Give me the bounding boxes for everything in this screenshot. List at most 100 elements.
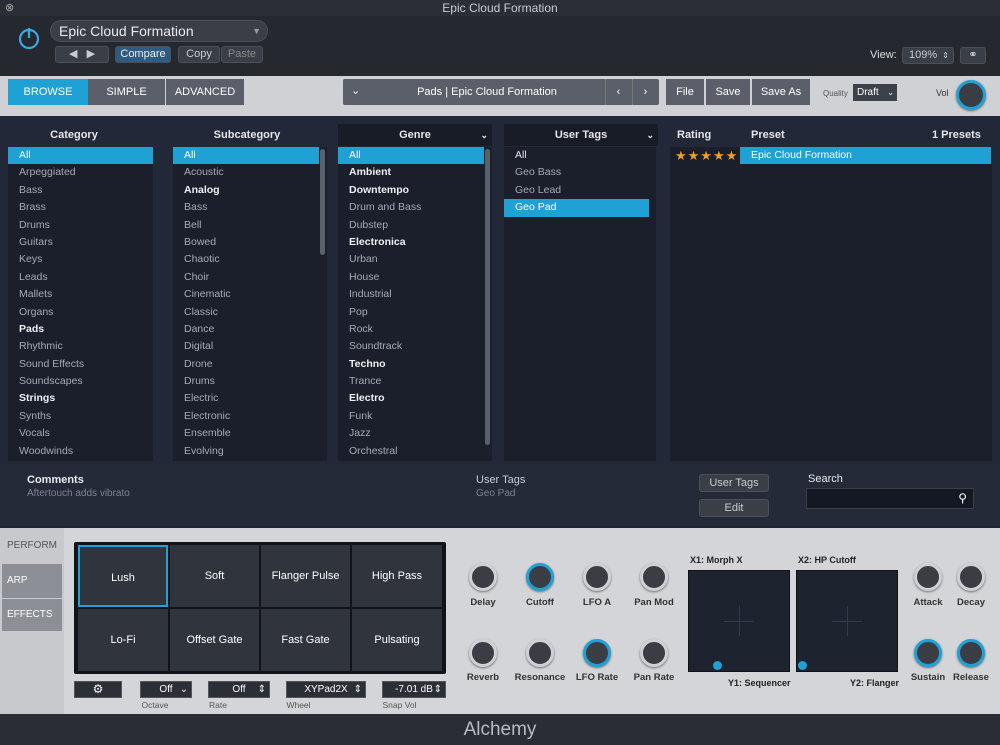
comments-text[interactable]: Aftertouch adds vibrato	[27, 488, 130, 499]
list-item[interactable]: Leads	[8, 269, 153, 286]
list-item[interactable]: Sound Effects	[8, 356, 153, 373]
resonance-knob[interactable]	[526, 639, 554, 667]
user-tags-header[interactable]: User Tags ⌄	[504, 124, 658, 146]
xy-handle[interactable]	[798, 661, 807, 670]
list-item[interactable]: Ensemble	[173, 425, 327, 442]
paste-button[interactable]: Paste	[221, 46, 263, 63]
sustain-knob[interactable]	[914, 639, 942, 667]
scrollbar[interactable]	[320, 149, 325, 255]
next-preset-icon[interactable]: ›	[632, 79, 658, 105]
list-item[interactable]: Electronica	[338, 234, 492, 251]
list-item[interactable]: Geo Pad	[504, 199, 649, 217]
tab-perform[interactable]: PERFORM	[0, 528, 64, 564]
link-icon[interactable]: ⚭	[960, 47, 986, 64]
pan-mod-knob[interactable]	[640, 563, 668, 591]
list-item[interactable]: Bowed	[173, 234, 327, 251]
list-item[interactable]: Jazz	[338, 425, 492, 442]
list-item[interactable]: Geo Bass	[504, 164, 656, 181]
pad-pulsating[interactable]: Pulsating	[352, 609, 442, 671]
list-item[interactable]: Urban	[338, 251, 492, 268]
xy-handle[interactable]	[713, 661, 722, 670]
decay-knob[interactable]	[957, 563, 985, 591]
genre-header[interactable]: Genre ⌄	[338, 124, 492, 146]
list-item[interactable]: Industrial	[338, 286, 492, 303]
attack-knob[interactable]	[914, 563, 942, 591]
pad-flanger-pulse[interactable]: Flanger Pulse	[261, 545, 350, 607]
list-item[interactable]: Rock	[338, 321, 492, 338]
xy-pad-1[interactable]	[688, 570, 790, 672]
next-icon[interactable]: ▶	[87, 48, 95, 60]
list-item[interactable]: Pads	[8, 321, 153, 338]
list-item[interactable]: Orchestral	[338, 443, 492, 460]
list-item[interactable]: All	[8, 147, 153, 165]
edit-button[interactable]: Edit	[699, 499, 769, 517]
list-item[interactable]: Electric	[173, 390, 327, 407]
list-item[interactable]: Cinematic	[173, 286, 327, 303]
user-tags-button[interactable]: User Tags	[699, 474, 769, 492]
list-item[interactable]: Drums	[173, 373, 327, 390]
delay-knob[interactable]	[469, 563, 497, 591]
pad-lush[interactable]: Lush	[78, 545, 168, 607]
list-item[interactable]: Dance	[173, 321, 327, 338]
prev-preset-icon[interactable]: ‹	[605, 79, 631, 105]
preset-name-field[interactable]: Epic Cloud Formation ▼	[50, 20, 268, 42]
list-item[interactable]: Acoustic	[173, 164, 327, 181]
xy-pad-2[interactable]	[796, 570, 898, 672]
file-button[interactable]: File	[666, 79, 704, 105]
preset-path[interactable]: Pads | Epic Cloud Formation	[371, 79, 603, 105]
list-item[interactable]: Pop	[338, 304, 492, 321]
list-item[interactable]: Bell	[173, 217, 327, 234]
rate-select[interactable]: Off ⇕	[208, 681, 270, 698]
list-item[interactable]: Techno	[338, 356, 492, 373]
list-item[interactable]: Drums	[8, 217, 153, 234]
list-item[interactable]: Chaotic	[173, 251, 327, 268]
list-item[interactable]: Geo Lead	[504, 182, 656, 199]
list-item[interactable]: Strings	[8, 390, 153, 407]
list-item[interactable]: Classic	[173, 304, 327, 321]
list-item[interactable]: Brass	[8, 199, 153, 216]
pad-fast-gate[interactable]: Fast Gate	[261, 609, 350, 671]
list-item[interactable]: Electro	[338, 390, 492, 407]
list-item[interactable]: Funk	[338, 408, 492, 425]
scrollbar[interactable]	[485, 149, 490, 445]
list-item[interactable]: House	[338, 269, 492, 286]
copy-button[interactable]: Copy	[178, 46, 220, 63]
list-item[interactable]: Synths	[8, 408, 153, 425]
tab-browse[interactable]: BROWSE	[8, 79, 88, 105]
list-item[interactable]: Downtempo	[338, 182, 492, 199]
settings-gear-icon[interactable]: ⚙	[74, 681, 122, 698]
list-item[interactable]: All	[338, 147, 484, 165]
list-item[interactable]: Digital	[173, 338, 327, 355]
pad-soft[interactable]: Soft	[170, 545, 259, 607]
octave-select[interactable]: Off ⌄	[140, 681, 192, 698]
list-item[interactable]: Bass	[8, 182, 153, 199]
wheel-select[interactable]: XYPad2X ⇕	[286, 681, 366, 698]
list-item[interactable]: Arpeggiated	[8, 164, 153, 181]
list-item[interactable]: Evolving	[173, 443, 327, 460]
tab-arp[interactable]: ARP	[2, 564, 62, 598]
list-item[interactable]: Electronic	[173, 408, 327, 425]
list-item[interactable]: Choir	[173, 269, 327, 286]
list-item[interactable]: All	[504, 147, 656, 164]
power-icon[interactable]	[17, 26, 41, 50]
list-item[interactable]: Drone	[173, 356, 327, 373]
list-item[interactable]: Drum and Bass	[338, 199, 492, 216]
list-item[interactable]: Dubstep	[338, 217, 492, 234]
list-item[interactable]: Vocals	[8, 425, 153, 442]
view-zoom-select[interactable]: 109% ⇕	[902, 47, 954, 64]
release-knob[interactable]	[957, 639, 985, 667]
list-item[interactable]: Organs	[8, 304, 153, 321]
tab-simple[interactable]: SIMPLE	[88, 79, 165, 105]
pad-offset-gate[interactable]: Offset Gate	[170, 609, 259, 671]
quality-select[interactable]: Draft ⌄	[853, 84, 897, 101]
list-item[interactable]: Soundtrack	[338, 338, 492, 355]
vol-knob[interactable]	[956, 80, 986, 110]
prev-icon[interactable]: ◀	[69, 48, 77, 60]
list-item[interactable]: Bass	[173, 199, 327, 216]
list-item[interactable]: Analog	[173, 182, 327, 199]
prev-next-buttons[interactable]: ◀ ▶	[55, 46, 109, 63]
list-item[interactable]: Soundscapes	[8, 373, 153, 390]
snap-vol-select[interactable]: -7.01 dB ⇕	[382, 681, 446, 698]
list-item[interactable]: All	[173, 147, 319, 165]
close-icon[interactable]: ⊗	[5, 0, 14, 16]
